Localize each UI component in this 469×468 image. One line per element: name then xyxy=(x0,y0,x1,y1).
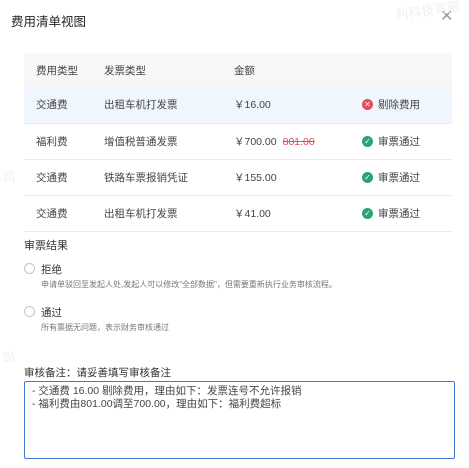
approve-label: 通过 xyxy=(41,307,62,319)
dialog-title: 费用清单视图 xyxy=(11,15,87,29)
close-icon[interactable]: ✕ xyxy=(440,9,453,25)
amount-value: ￥41.00 xyxy=(234,207,271,220)
cell-type: 交通费 xyxy=(24,159,104,196)
status-badge: 审票通过 xyxy=(378,135,420,148)
reject-description: 申请单驳回至发起人处,发起人可以修改"全部数据"，但需要重新执行业务审核流程。 xyxy=(41,280,337,289)
approve-radio[interactable] xyxy=(24,306,35,317)
amount-value: ￥700.00 xyxy=(234,135,277,148)
table-row[interactable]: 交通费 出租车机打发票 ￥16.00 ✕ 剔除费用 xyxy=(24,87,452,124)
cell-amount: ￥16.00 xyxy=(234,87,362,124)
col-header-type: 费用类型 xyxy=(24,53,104,87)
table-row[interactable]: 交通费 出租车机打发票 ￥41.00 ✓ 审票通过 xyxy=(24,195,452,232)
table-row[interactable]: 福利费 增值税普通发票 ￥700.00 801.00 ✓ 审票通过 xyxy=(24,123,452,160)
check-circle-icon: ✓ xyxy=(362,135,373,147)
cell-invoice: 出租车机打发票 xyxy=(104,87,234,124)
cell-amount: ￥155.00 xyxy=(234,159,362,196)
watermark: 司 xyxy=(1,169,17,186)
status-badge: 审票通过 xyxy=(378,207,420,220)
col-header-status xyxy=(362,53,452,87)
watermark: 司 xyxy=(1,349,17,366)
review-result-label: 审票结果 xyxy=(24,240,68,252)
original-amount: 801.00 xyxy=(282,135,315,148)
expense-table: 费用类型 发票类型 金额 交通费 出租车机打发票 ￥16.00 ✕ 剔除费用 福利… xyxy=(24,53,452,232)
cell-status: ✓ 审票通过 xyxy=(362,195,452,232)
cell-status: ✓ 审票通过 xyxy=(362,123,452,160)
check-circle-icon: ✓ xyxy=(362,207,373,219)
cell-invoice: 出租车机打发票 xyxy=(104,195,234,232)
approve-description: 所有票据无问题，表示财务审核通过 xyxy=(41,323,169,332)
reject-radio[interactable] xyxy=(24,263,35,274)
table-row[interactable]: 交通费 铁路车票报销凭证 ￥155.00 ✓ 审票通过 xyxy=(24,159,452,196)
reject-label: 拒绝 xyxy=(41,264,62,276)
close-circle-icon: ✕ xyxy=(362,99,373,111)
check-circle-icon: ✓ xyxy=(362,171,373,183)
table-header-row: 费用类型 发票类型 金额 xyxy=(24,53,452,87)
cell-invoice: 增值税普通发票 xyxy=(104,123,234,160)
amount-value: ￥155.00 xyxy=(234,171,277,184)
cell-type: 交通费 xyxy=(24,195,104,232)
status-badge: 剔除费用 xyxy=(378,99,420,112)
col-header-invoice: 发票类型 xyxy=(104,53,234,87)
cell-type: 交通费 xyxy=(24,87,104,124)
cell-type: 福利费 xyxy=(24,123,104,160)
dialog-header: 费用清单视图 ✕ xyxy=(0,0,469,38)
note-label: 审核备注：请妥善填写审核备注 xyxy=(24,367,171,379)
cell-amount: ￥700.00 801.00 xyxy=(234,123,362,160)
cell-status: ✓ 审票通过 xyxy=(362,159,452,196)
cell-amount: ￥41.00 xyxy=(234,195,362,232)
col-header-amount: 金额 xyxy=(234,53,362,87)
note-textarea[interactable]: - 交通费 16.00 剔除费用，理由如下：发票连号不允许报销 - 福利费由80… xyxy=(24,381,455,459)
cell-status: ✕ 剔除费用 xyxy=(362,87,452,124)
amount-value: ￥16.00 xyxy=(234,99,271,112)
cell-invoice: 铁路车票报销凭证 xyxy=(104,159,234,196)
status-badge: 审票通过 xyxy=(378,171,420,184)
